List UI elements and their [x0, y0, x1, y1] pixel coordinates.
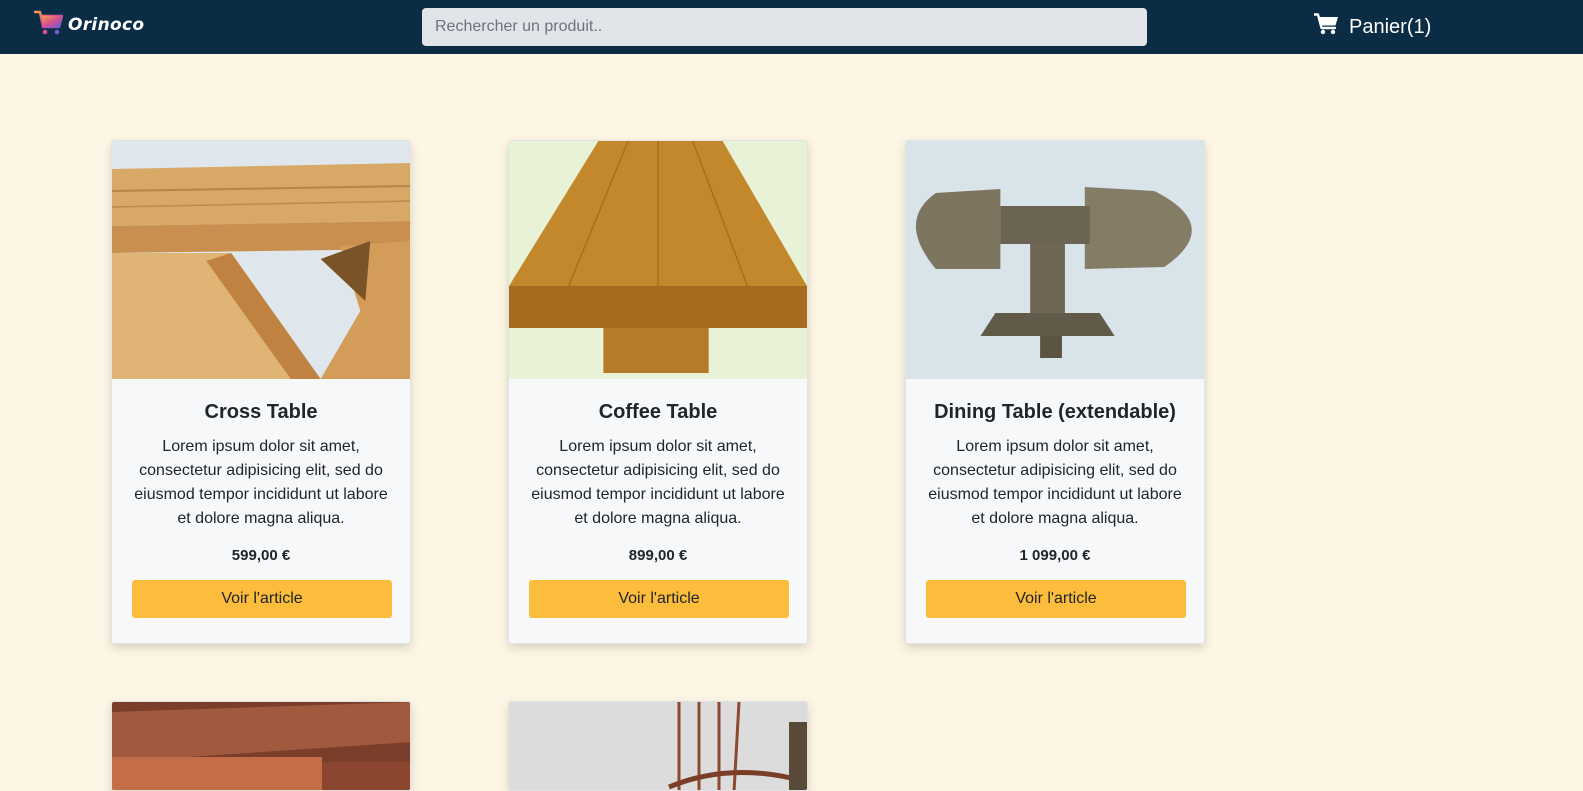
view-article-button[interactable]: Voir l'article	[132, 580, 392, 618]
product-image	[906, 141, 1204, 379]
product-description: Lorem ipsum dolor sit amet, consectetur …	[531, 438, 785, 527]
product-image	[112, 702, 410, 790]
product-price: 599,00 €	[231, 547, 291, 564]
shopping-cart-logo-icon	[33, 9, 64, 41]
product-title: Coffee Table	[598, 401, 718, 423]
navbar: Orinoco Panier(1)	[0, 0, 1583, 54]
product-description: Lorem ipsum dolor sit amet, consectetur …	[928, 438, 1182, 527]
product-image	[112, 141, 410, 379]
view-article-button[interactable]: Voir l'article	[529, 580, 789, 618]
product-card: Coffee Table Lorem ipsum dolor sit amet,…	[508, 140, 808, 644]
cart-link[interactable]: Panier(1)	[1312, 12, 1432, 42]
cart-icon	[1312, 13, 1339, 41]
product-price: 899,00 €	[628, 547, 688, 564]
brand-name: Orinoco	[68, 15, 145, 35]
product-price: 1 099,00 €	[1019, 547, 1091, 564]
product-card: Dining Table (extendable) Lorem ipsum do…	[905, 140, 1205, 644]
product-card: Cross Table Lorem ipsum dolor sit amet, …	[111, 140, 411, 644]
brand-logo[interactable]: Orinoco	[33, 9, 145, 41]
view-article-button[interactable]: Voir l'article	[926, 580, 1186, 618]
product-title: Cross Table	[204, 401, 318, 423]
product-image	[509, 702, 807, 790]
search-input[interactable]	[422, 8, 1147, 46]
product-title: Dining Table (extendable)	[934, 401, 1176, 423]
product-card-partial	[508, 701, 808, 791]
product-image	[509, 141, 807, 379]
product-card-partial	[111, 701, 411, 791]
cart-label: Panier(1)	[1349, 15, 1432, 38]
product-description: Lorem ipsum dolor sit amet, consectetur …	[134, 438, 388, 527]
